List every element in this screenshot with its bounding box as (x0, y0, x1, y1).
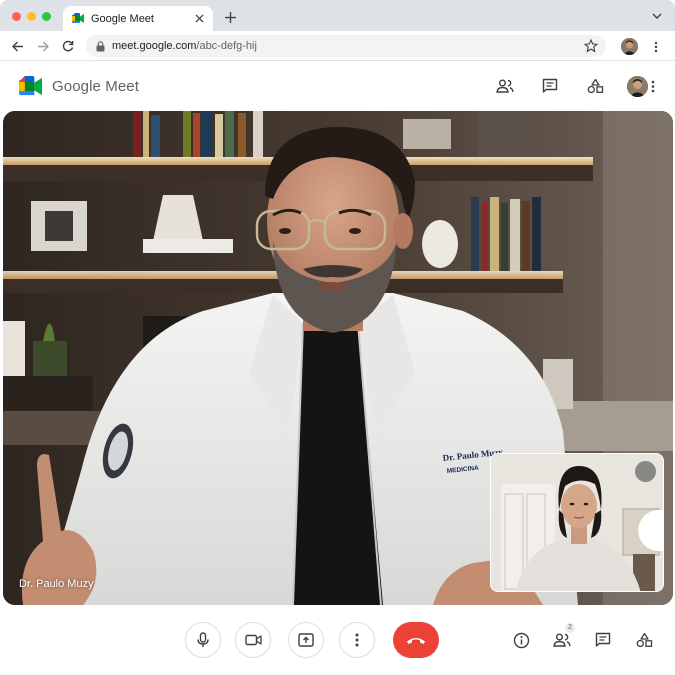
more-icon (355, 633, 359, 647)
self-view-tile[interactable] (490, 453, 664, 592)
meet-logo-icon (19, 76, 42, 96)
browser-tab[interactable]: Google Meet (63, 6, 213, 31)
chat-icon[interactable] (540, 76, 560, 96)
account-avatar[interactable] (627, 76, 648, 97)
more-options-button[interactable] (339, 622, 375, 658)
chat-icon[interactable] (593, 630, 613, 650)
activities-icon[interactable] (634, 630, 654, 650)
meeting-info-icon[interactable] (511, 630, 531, 650)
tab-title: Google Meet (91, 12, 154, 25)
tab-search-chevron-icon[interactable] (651, 10, 663, 22)
mic-button[interactable] (185, 622, 221, 658)
call-control-bar: 2 (0, 610, 675, 675)
present-icon (298, 633, 314, 647)
browser-tab-bar: Google Meet (0, 0, 675, 31)
app-name: Google Meet (52, 78, 139, 95)
lock-icon (96, 40, 105, 51)
people-icon[interactable] (495, 76, 515, 96)
header-more-icon[interactable] (648, 78, 658, 94)
browser-menu-icon[interactable] (650, 40, 662, 53)
activities-icon[interactable] (585, 76, 605, 96)
camera-icon (244, 634, 262, 646)
tab-close-icon[interactable] (191, 11, 207, 27)
camera-button[interactable] (235, 622, 271, 658)
new-tab-icon[interactable] (222, 9, 238, 25)
url-text: meet.google.com/abc-defg-hij (112, 40, 257, 52)
people-icon[interactable] (552, 630, 572, 650)
hangup-button[interactable] (393, 622, 439, 658)
window-maximize-button[interactable] (42, 12, 51, 21)
bookmark-star-icon[interactable] (584, 39, 598, 53)
window-close-button[interactable] (12, 12, 21, 21)
present-button[interactable] (288, 622, 324, 658)
browser-toolbar: meet.google.com/abc-defg-hij (0, 31, 675, 61)
hangup-icon (407, 637, 425, 644)
meet-favicon-icon (72, 13, 84, 23)
window-minimize-button[interactable] (27, 12, 36, 21)
mic-icon (197, 632, 209, 647)
forward-arrow-icon[interactable] (35, 38, 51, 54)
address-bar[interactable]: meet.google.com/abc-defg-hij (86, 35, 606, 57)
self-view-more-icon[interactable] (635, 461, 663, 552)
speaker-name-label: Dr. Paulo Muzy (19, 578, 94, 590)
reload-icon[interactable] (60, 38, 76, 54)
back-arrow-icon[interactable] (10, 38, 26, 54)
meet-header: Google Meet (0, 62, 675, 110)
meet-logo[interactable]: Google Meet (19, 76, 139, 97)
browser-profile-avatar[interactable] (621, 38, 638, 55)
